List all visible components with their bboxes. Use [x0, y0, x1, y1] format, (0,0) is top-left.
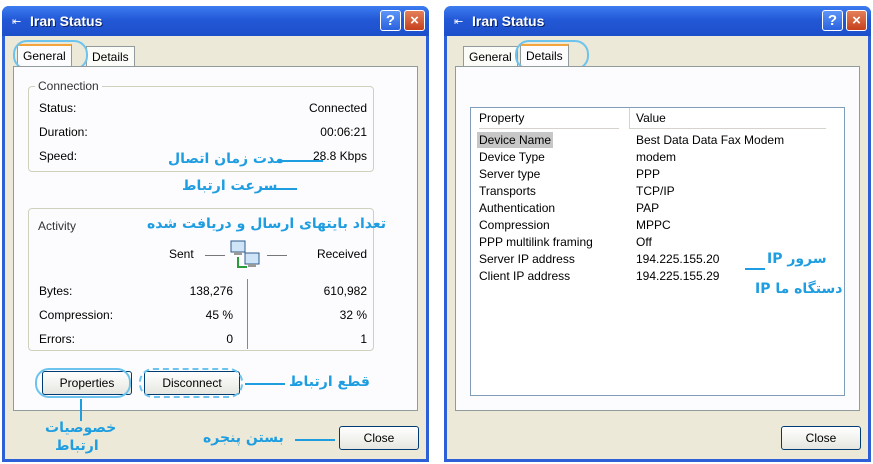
property-header[interactable]: Property [479, 108, 619, 129]
annotation-duration: مدت زمان اتصال [168, 151, 284, 167]
errors-label: Errors: [39, 332, 75, 346]
annotation-activity: تعداد بایتهای ارسال و دریافت شده [147, 216, 387, 232]
close-window-button[interactable]: × [404, 10, 425, 31]
property-cell[interactable]: Device Type [479, 149, 545, 165]
value-cell[interactable]: modem [636, 149, 676, 165]
close-window-button[interactable]: × [846, 10, 867, 31]
activity-label: Activity [35, 219, 80, 233]
left-titlebar[interactable]: ⇤ Iran Status ? × [2, 6, 429, 36]
annotation-server-ip: IP سرور [767, 251, 827, 267]
duration-value: 00:06:21 [320, 125, 367, 139]
value-cell[interactable]: Best Data Data Fax Modem [636, 132, 784, 148]
right-window: ⇤ Iran Status ? × General Details Proper… [444, 6, 871, 462]
status-value: Connected [308, 101, 367, 115]
network-icon: ⇤ [12, 16, 22, 28]
annotation-duration-line [277, 160, 323, 162]
annotation-properties-line [80, 399, 82, 421]
value-cell[interactable]: 194.225.155.20 [636, 251, 719, 267]
left-window: ⇤ Iran Status ? × General Details Connec… [2, 6, 429, 462]
annotation-disconnect: قطع ارتباط [289, 374, 370, 390]
annotation-speed-line [261, 188, 297, 190]
value-header[interactable]: Value [629, 108, 826, 129]
value-cell[interactable]: PPP [636, 166, 660, 182]
disconnect-highlight [139, 368, 243, 398]
property-cell[interactable]: Device Name [477, 132, 554, 148]
tab-details[interactable]: Details [86, 46, 135, 66]
annotation-close: بستن پنجره [203, 430, 284, 446]
received-line [267, 255, 287, 256]
value-cell[interactable]: 194.225.155.29 [636, 268, 719, 284]
annotation-client-ip: IP دستگاه ما [755, 281, 843, 297]
help-button[interactable]: ? [822, 10, 843, 31]
annotation-speed: سرعت ارتباط [182, 178, 278, 194]
details-panel: Property Value Device Name Best Data Data… [455, 66, 860, 411]
help-button[interactable]: ? [380, 10, 401, 31]
annotation-disconnect-line [245, 383, 285, 385]
property-cell[interactable]: Compression [479, 217, 550, 233]
errors-received-value: 1 [360, 332, 367, 346]
property-cell[interactable]: Client IP address [479, 268, 570, 284]
duration-label: Duration: [39, 125, 88, 139]
annotation-close-line [295, 439, 335, 441]
computers-icon [229, 237, 263, 273]
sent-line [205, 255, 225, 256]
compression-sent-value: 45 % [205, 308, 233, 322]
close-button[interactable]: Close [339, 426, 419, 450]
value-cell[interactable]: TCP/IP [636, 183, 675, 199]
annotation-properties-2: ارتباط [55, 438, 99, 454]
property-cell[interactable]: PPP multilink framing [479, 234, 593, 250]
compression-received-value: 32 % [339, 308, 367, 322]
right-titlebar[interactable]: ⇤ Iran Status ? × [444, 6, 871, 36]
general-panel: Connection Status: Connected Duration: 0… [13, 66, 418, 411]
bytes-received-value: 610,982 [323, 284, 367, 298]
property-cell[interactable]: Server type [479, 166, 540, 182]
property-cell[interactable]: Transports [479, 183, 536, 199]
bytes-sent-value: 138,276 [189, 284, 233, 298]
speed-label: Speed: [39, 149, 78, 163]
tab-general[interactable]: General [463, 46, 518, 66]
right-window-title: Iran Status [472, 13, 545, 29]
property-cell[interactable]: Server IP address [479, 251, 575, 267]
close-button[interactable]: Close [781, 426, 861, 450]
received-label: Received [316, 247, 367, 261]
property-cell[interactable]: Authentication [479, 200, 555, 216]
left-window-title: Iran Status [30, 13, 103, 29]
value-cell[interactable]: Off [636, 234, 652, 250]
status-label: Status: [39, 101, 77, 115]
bytes-label: Bytes: [39, 284, 73, 298]
annotation-properties-1: خصوصیات [45, 420, 117, 436]
annotation-server-ip-line [745, 268, 765, 270]
properties-highlight [35, 368, 131, 398]
value-cell[interactable]: MPPC [636, 217, 671, 233]
connection-label: Connection [35, 79, 102, 93]
value-cell[interactable]: PAP [636, 200, 659, 216]
activity-divider [247, 279, 248, 349]
errors-sent-value: 0 [226, 332, 233, 346]
sent-label: Sent [169, 247, 194, 261]
network-icon: ⇤ [454, 16, 464, 28]
compression-label: Compression: [39, 308, 114, 322]
